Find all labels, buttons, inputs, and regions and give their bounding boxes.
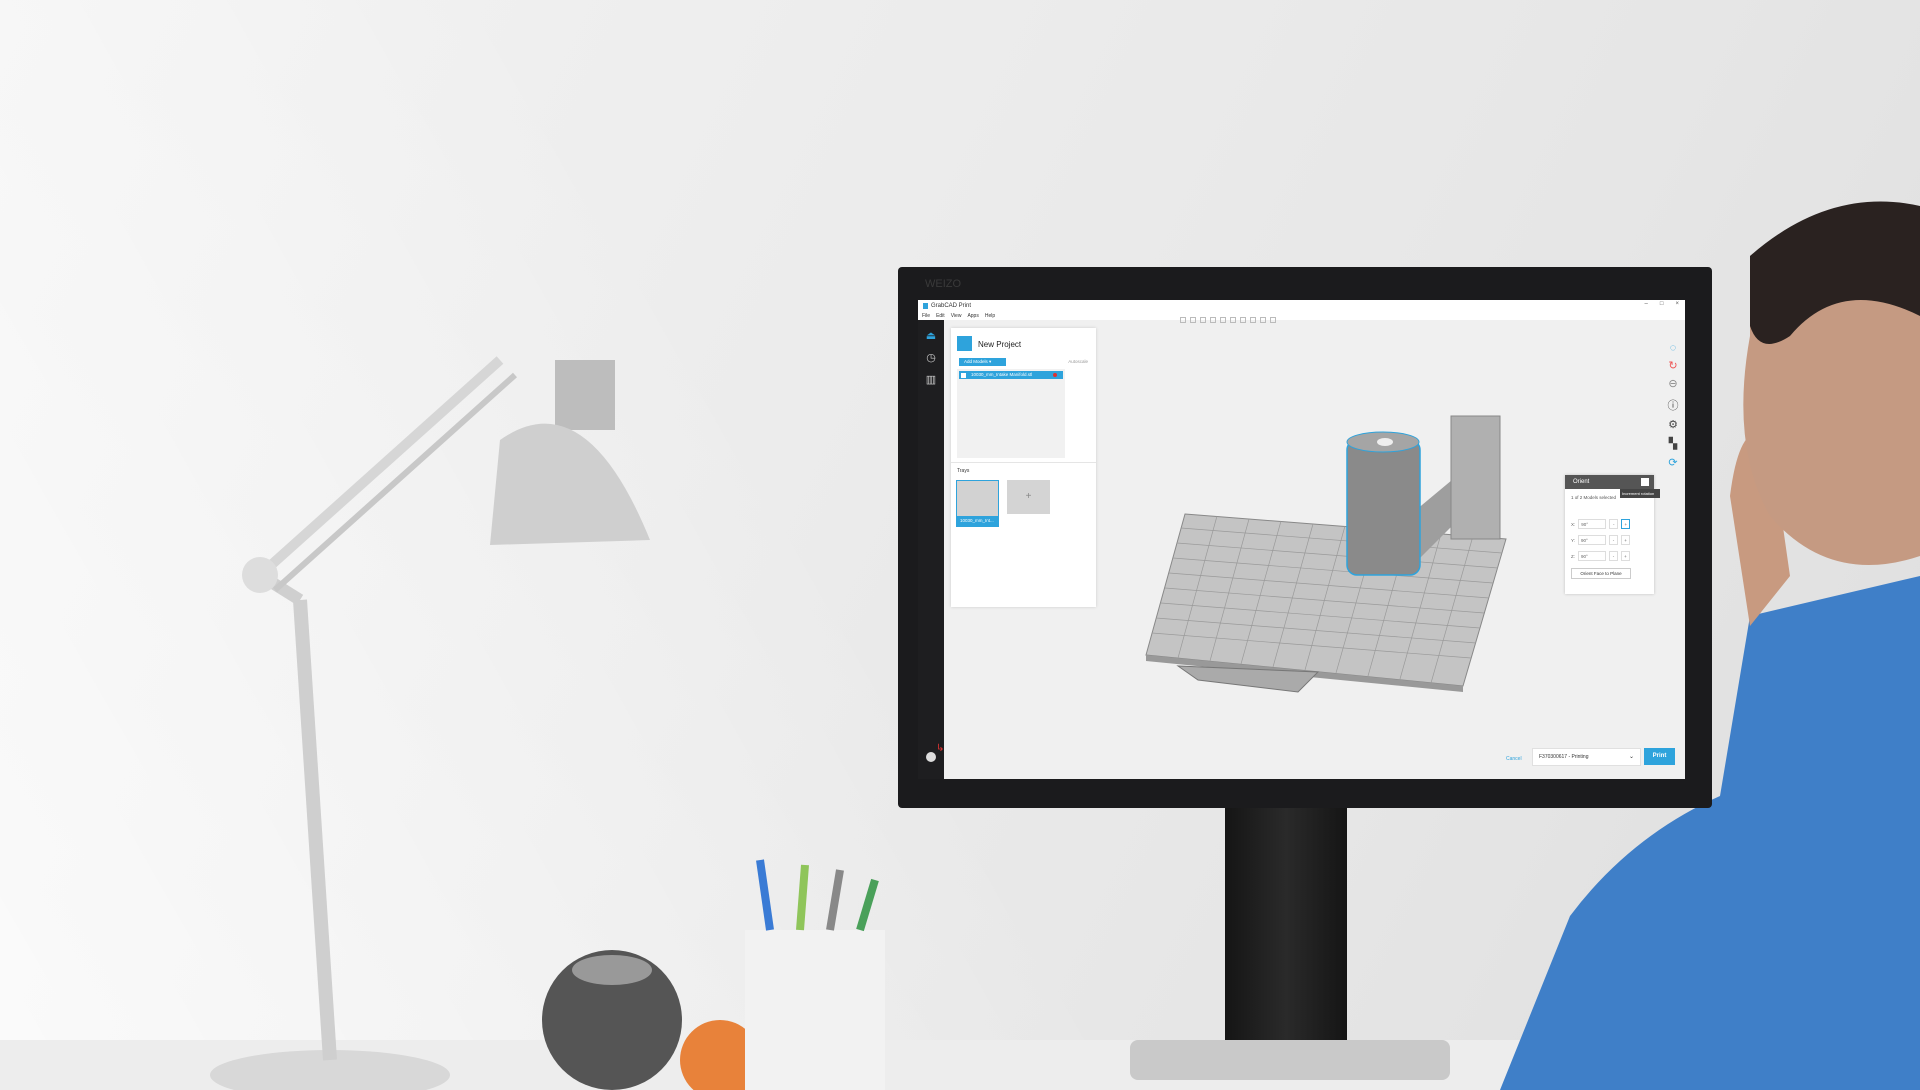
- tooltip: Increment rotation: [1620, 489, 1660, 498]
- project-panel: New Project Add Models ▾ Autoscale 10030…: [951, 328, 1096, 607]
- print-button[interactable]: Print: [1644, 748, 1675, 765]
- trays-label: Trays: [957, 468, 970, 474]
- slice-icon[interactable]: ⊖: [1665, 376, 1681, 392]
- folder-icon: [957, 336, 972, 351]
- select-icon[interactable]: ◌: [1665, 340, 1681, 356]
- x-rotation-input[interactable]: 90°: [1578, 519, 1607, 529]
- increment-button[interactable]: +: [1621, 519, 1631, 529]
- orient-icon[interactable]: ⟳: [1665, 455, 1681, 471]
- orient-face-button[interactable]: Orient Face to Plane: [1571, 568, 1631, 579]
- file-name: 10030_mm_Intake Manifold.stl: [971, 372, 1033, 377]
- decrement-button[interactable]: -: [1609, 551, 1618, 561]
- y-rotation-row: Y: 90° - +: [1571, 535, 1631, 545]
- add-models-button[interactable]: Add Models ▾: [959, 358, 1006, 366]
- divider: [951, 462, 1096, 463]
- layout-icon[interactable]: ▚: [1665, 436, 1681, 452]
- app-window: GrabCAD Print – □ × File Edit View Apps …: [918, 300, 1685, 779]
- autoscale-link[interactable]: Autoscale: [1068, 359, 1088, 364]
- axis-label: X:: [1571, 521, 1576, 527]
- axes-icon: ↳: [936, 743, 945, 754]
- checkbox[interactable]: [961, 372, 966, 378]
- selection-text: 1 of 2 Models selected: [1571, 495, 1617, 500]
- add-tray-button[interactable]: +: [1007, 480, 1050, 514]
- list-item[interactable]: 10030_mm_Intake Manifold.stl: [959, 371, 1063, 379]
- printer-select[interactable]: F370300617 - Printing ⌄: [1532, 748, 1641, 766]
- increment-button[interactable]: +: [1621, 535, 1631, 545]
- add-models-label: Add Models: [964, 359, 988, 364]
- reset-icon[interactable]: [1641, 478, 1649, 486]
- chevron-down-icon: ⌄: [1628, 754, 1634, 760]
- z-rotation-input[interactable]: 90°: [1578, 551, 1606, 561]
- tray-thumbnail[interactable]: 10030_mm_Int...: [956, 480, 999, 527]
- printer-value: F370300617 - Printing: [1539, 754, 1589, 760]
- axis-label: Y:: [1571, 537, 1576, 543]
- cancel-link[interactable]: Cancel: [1506, 756, 1522, 762]
- decrement-button[interactable]: -: [1609, 519, 1619, 529]
- axis-label: Z:: [1571, 553, 1575, 559]
- tray-name: 10030_mm_Int...: [957, 516, 998, 526]
- decrement-button[interactable]: -: [1609, 535, 1619, 545]
- monitor-stand: [1225, 808, 1347, 1058]
- x-rotation-row: X: 90° - +: [1571, 519, 1631, 529]
- info-icon[interactable]: ⓘ: [1665, 398, 1681, 414]
- project-title: New Project: [978, 340, 1022, 349]
- monitor-base: [1130, 1040, 1450, 1080]
- model-list: 10030_mm_Intake Manifold.stl: [957, 369, 1065, 458]
- gear-icon[interactable]: ⚙: [1665, 417, 1681, 433]
- monitor-brand: WEIZO: [925, 278, 962, 290]
- warning-icon[interactable]: [1053, 373, 1057, 377]
- increment-button[interactable]: +: [1621, 551, 1630, 561]
- orient-panel: Orient Increment rotation 1 of 2 Models …: [1565, 475, 1660, 594]
- desk-items: [542, 859, 885, 1090]
- rotate-icon[interactable]: ↻: [1665, 358, 1681, 374]
- y-rotation-input[interactable]: 90°: [1578, 535, 1607, 545]
- z-rotation-row: Z: 90° - +: [1571, 551, 1630, 561]
